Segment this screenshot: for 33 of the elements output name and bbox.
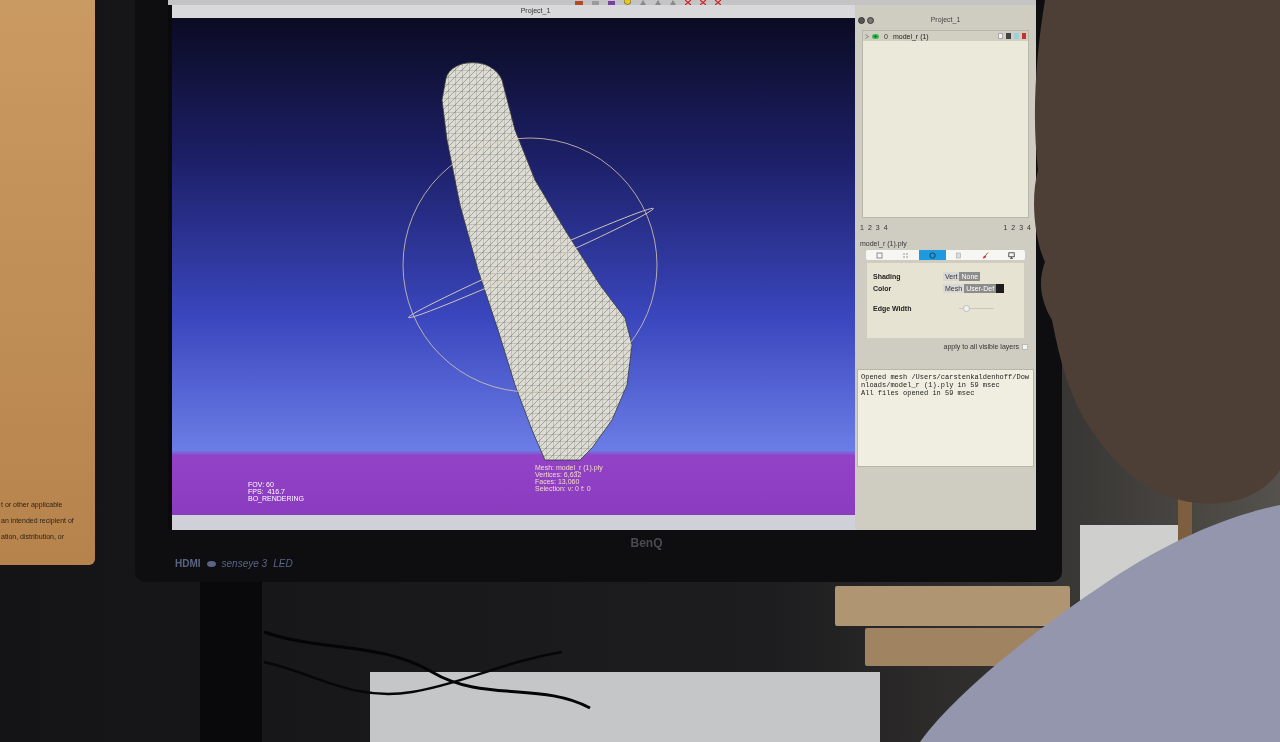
view-tab[interactable] (919, 250, 946, 260)
square-icon[interactable] (1014, 33, 1019, 39)
hexagon-icon (928, 251, 936, 259)
color-swatch[interactable] (996, 283, 1005, 293)
cross-icon[interactable] (685, 0, 691, 5)
brush-icon (981, 251, 989, 259)
square-icon[interactable] (608, 1, 615, 5)
square-icon[interactable] (592, 1, 599, 5)
slider-thumb[interactable] (963, 304, 970, 312)
square-icon[interactable] (575, 1, 583, 5)
circle-icon[interactable] (867, 16, 874, 24)
cross-icon[interactable] (700, 0, 706, 5)
triangle-icon[interactable] (655, 0, 661, 5)
bezel-logo-text: HDMI (175, 557, 201, 571)
square-icon[interactable] (998, 33, 1003, 39)
bezel-logo-text: senseye 3 (221, 557, 268, 571)
apply-all-checkbox[interactable] (1022, 343, 1028, 350)
brand-logo: BenQ (630, 535, 663, 552)
triangle-icon[interactable] (670, 0, 676, 5)
caret-icon[interactable] (865, 33, 869, 39)
triangle-icon[interactable] (640, 0, 646, 5)
ellipse-icon (206, 560, 216, 567)
cross-icon[interactable] (715, 0, 721, 5)
dots-icon (902, 251, 910, 259)
trackball-drawing[interactable] (402, 137, 658, 393)
square-icon[interactable] (1006, 33, 1011, 39)
monitor-icon (1008, 251, 1016, 259)
bezel-logo-text: LED (273, 557, 293, 571)
eye-icon[interactable] (872, 33, 879, 39)
circle-icon[interactable] (858, 16, 865, 24)
slider-track[interactable] (959, 304, 994, 312)
box-icon (875, 251, 883, 259)
square-icon[interactable] (1022, 33, 1026, 39)
